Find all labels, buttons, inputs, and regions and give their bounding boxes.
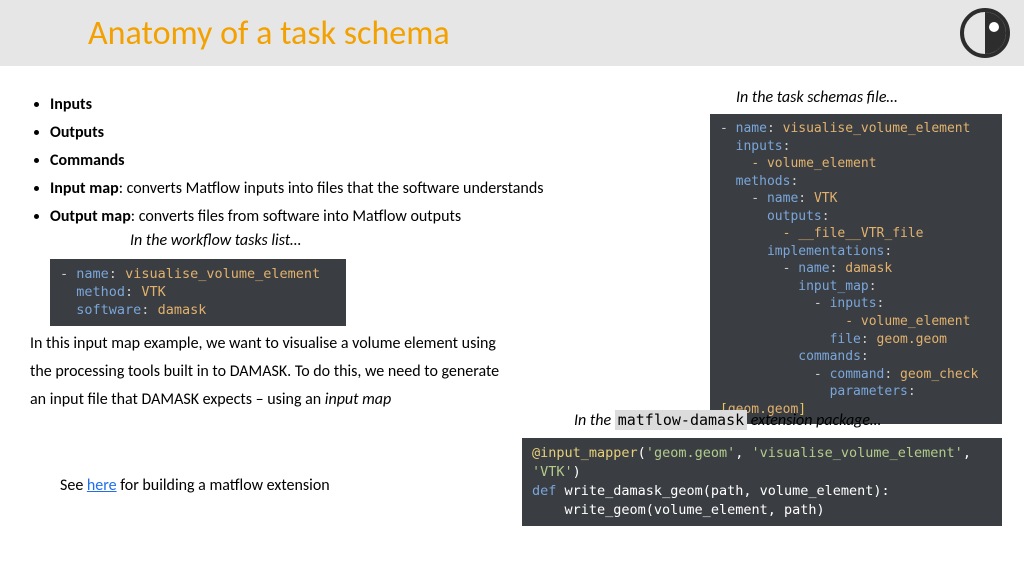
caption-extension-package: In the matflow-damask extension package… <box>574 411 881 430</box>
bullet-commands: Commands <box>50 147 544 175</box>
bullet-outputs: Outputs <box>50 119 544 147</box>
code-workflow-tasks: - name: visualise_volume_element method:… <box>50 259 346 326</box>
slide-body: Inputs Outputs Commands Input map: conve… <box>0 66 1024 84</box>
code-extension-package: @input_mapper('geom.geom', 'visualise_vo… <box>522 438 1002 526</box>
code-task-schemas: - name: visualise_volume_element inputs:… <box>710 114 1002 424</box>
see-here-line: See here for building a matflow extensio… <box>60 476 330 495</box>
slide-title: Anatomy of a task schema <box>88 13 450 54</box>
bullet-inputs: Inputs <box>50 91 544 119</box>
bullet-list: Inputs Outputs Commands Input map: conve… <box>30 91 544 231</box>
bullet-output-map: Output map: converts files from software… <box>50 203 544 231</box>
here-link[interactable]: here <box>87 476 117 495</box>
paragraph-example: In this input map example, we want to vi… <box>30 330 500 414</box>
caption-task-schemas: In the task schemas file… <box>736 88 898 107</box>
caption-workflow-tasks: In the workflow tasks list… <box>130 231 301 250</box>
slide-header: Anatomy of a task schema <box>0 0 1024 66</box>
logo-icon <box>960 8 1010 58</box>
bullet-input-map: Input map: converts Matflow inputs into … <box>50 175 544 203</box>
